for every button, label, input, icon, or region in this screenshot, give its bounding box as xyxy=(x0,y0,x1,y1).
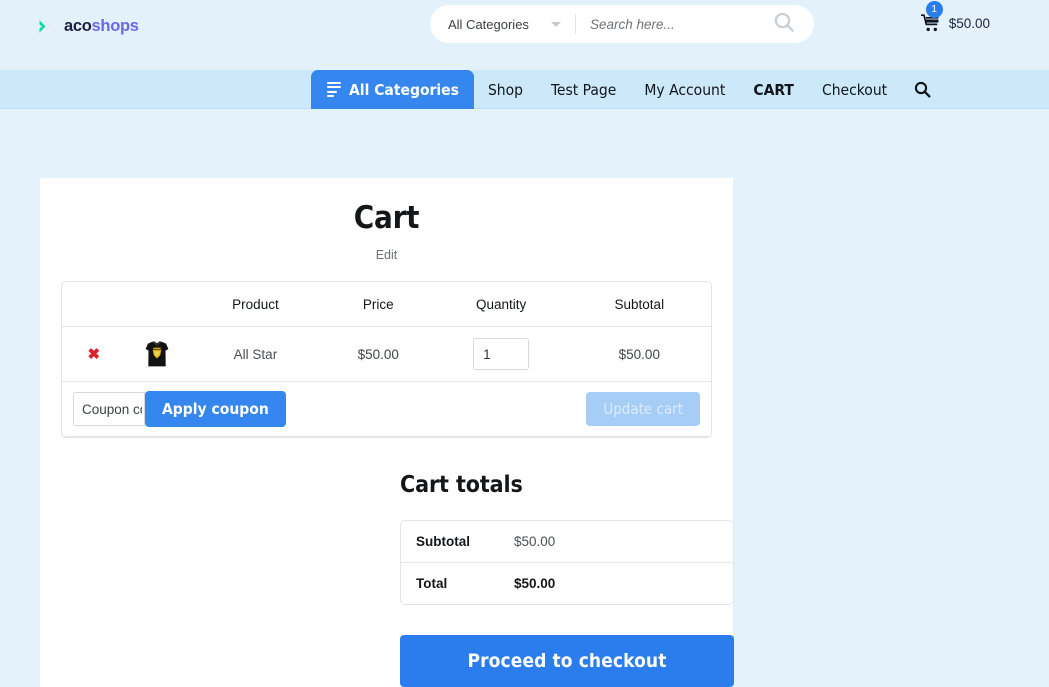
category-dropdown[interactable]: All Categories xyxy=(448,17,561,32)
cart-content-card: Cart Edit Product Price Quantity Subtota… xyxy=(40,178,734,687)
site-logo[interactable]: acoshops xyxy=(38,17,139,36)
site-header: acoshops All Categories 1 $50.00 xyxy=(0,0,1049,70)
cart-badge-count: 1 xyxy=(925,1,943,18)
nav-item-test-page[interactable]: Test Page xyxy=(537,70,630,109)
cell-remove: ✖ xyxy=(62,327,126,382)
header-search-bar: All Categories xyxy=(430,5,814,43)
update-cart-button[interactable]: Update cart xyxy=(586,392,700,426)
main-navigation: All Categories Shop Test Page My Account… xyxy=(0,70,1049,109)
totals-value-total: $50.00 xyxy=(514,576,556,591)
mini-cart-total: $50.00 xyxy=(948,15,990,31)
coupon-code-input[interactable] xyxy=(73,392,145,426)
cart-table-body: ✖ All Star $50.00 1 $50.00 Coupon code A… xyxy=(62,327,711,437)
nav-item-cart[interactable]: CART xyxy=(739,70,808,109)
coupon-actions-container: Apply coupon Update cart xyxy=(62,382,711,436)
nav-item-label: Test Page xyxy=(551,80,617,99)
nav-item-label: Shop xyxy=(487,80,524,99)
search-icon[interactable] xyxy=(772,10,796,39)
coupon-row: Apply coupon Update cart xyxy=(62,382,711,437)
totals-label-total: Total xyxy=(416,576,448,591)
coupon-group: Apply coupon xyxy=(73,391,286,427)
cart-totals-table: Subtotal $50.00 Total $50.00 xyxy=(400,520,734,605)
logo-text-secondary: shops xyxy=(91,17,139,35)
remove-cross-icon[interactable]: ✖ xyxy=(87,346,100,363)
cart-table-header-row: Product Price Quantity Subtotal xyxy=(62,282,711,327)
edit-link[interactable]: Edit xyxy=(40,248,733,262)
header-quantity: Quantity xyxy=(434,282,568,327)
product-name-link[interactable]: All Star xyxy=(234,347,278,362)
shopping-cart-icon: 1 xyxy=(920,1,943,32)
logo-text: acoshops xyxy=(64,17,139,36)
chevron-down-icon xyxy=(550,21,561,27)
list-menu-icon xyxy=(327,81,341,98)
nav-all-categories-button[interactable]: All Categories xyxy=(311,70,474,109)
quantity-input[interactable] xyxy=(473,338,530,370)
nav-items-container: All Categories Shop Test Page My Account… xyxy=(311,70,941,109)
header-remove xyxy=(62,282,126,327)
nav-item-label: Checkout xyxy=(821,80,888,99)
nav-item-label: My Account xyxy=(644,80,726,99)
cart-totals-section: Cart totals Subtotal $50.00 Total $50.00 xyxy=(400,472,734,605)
totals-row-total: Total $50.00 xyxy=(401,563,733,604)
totals-label-subtotal: Subtotal xyxy=(401,521,514,563)
cell-price: $50.00 xyxy=(321,327,435,382)
header-product: Product xyxy=(188,282,322,327)
proceed-to-checkout-button[interactable]: Proceed to checkout xyxy=(400,635,734,687)
nav-item-my-account[interactable]: My Account xyxy=(630,70,739,109)
cell-coupon-actions: Apply coupon Update cart xyxy=(62,382,711,437)
header-price: Price xyxy=(321,282,435,327)
cell-product: All Star xyxy=(188,327,322,382)
nav-search-icon[interactable] xyxy=(901,70,941,109)
nav-item-checkout[interactable]: Checkout xyxy=(808,70,901,109)
logo-text-primary: aco xyxy=(64,17,92,35)
header-subtotal: Subtotal xyxy=(567,282,711,327)
page-title: Cart xyxy=(353,200,420,236)
cart-totals-title: Cart totals xyxy=(400,472,523,498)
cell-subtotal: $50.00 xyxy=(567,327,711,382)
search-input[interactable] xyxy=(587,15,772,33)
cell-thumbnail xyxy=(125,327,189,382)
category-dropdown-label: All Categories xyxy=(448,16,529,32)
nav-item-label: CART xyxy=(753,80,794,99)
header-thumbnail xyxy=(125,282,189,327)
totals-value-subtotal: $50.00 xyxy=(514,521,733,563)
mini-cart[interactable]: 1 $50.00 xyxy=(920,1,990,32)
totals-row-subtotal: Subtotal $50.00 xyxy=(401,521,733,563)
search-divider xyxy=(574,14,576,34)
logo-chevron-icon xyxy=(38,17,57,36)
cell-quantity xyxy=(434,327,568,382)
nav-item-shop[interactable]: Shop xyxy=(474,70,537,109)
apply-coupon-button[interactable]: Apply coupon xyxy=(145,391,286,427)
cart-items-table: Product Price Quantity Subtotal ✖ All St… xyxy=(61,281,712,438)
cart-table-head: Product Price Quantity Subtotal xyxy=(62,282,711,327)
tshirt-thumbnail-icon[interactable] xyxy=(140,337,175,371)
nav-all-categories-label: All Categories xyxy=(349,80,459,99)
page-body: Cart Edit Product Price Quantity Subtota… xyxy=(0,109,1049,687)
table-row: ✖ All Star $50.00 1 $50.00 xyxy=(62,327,711,382)
